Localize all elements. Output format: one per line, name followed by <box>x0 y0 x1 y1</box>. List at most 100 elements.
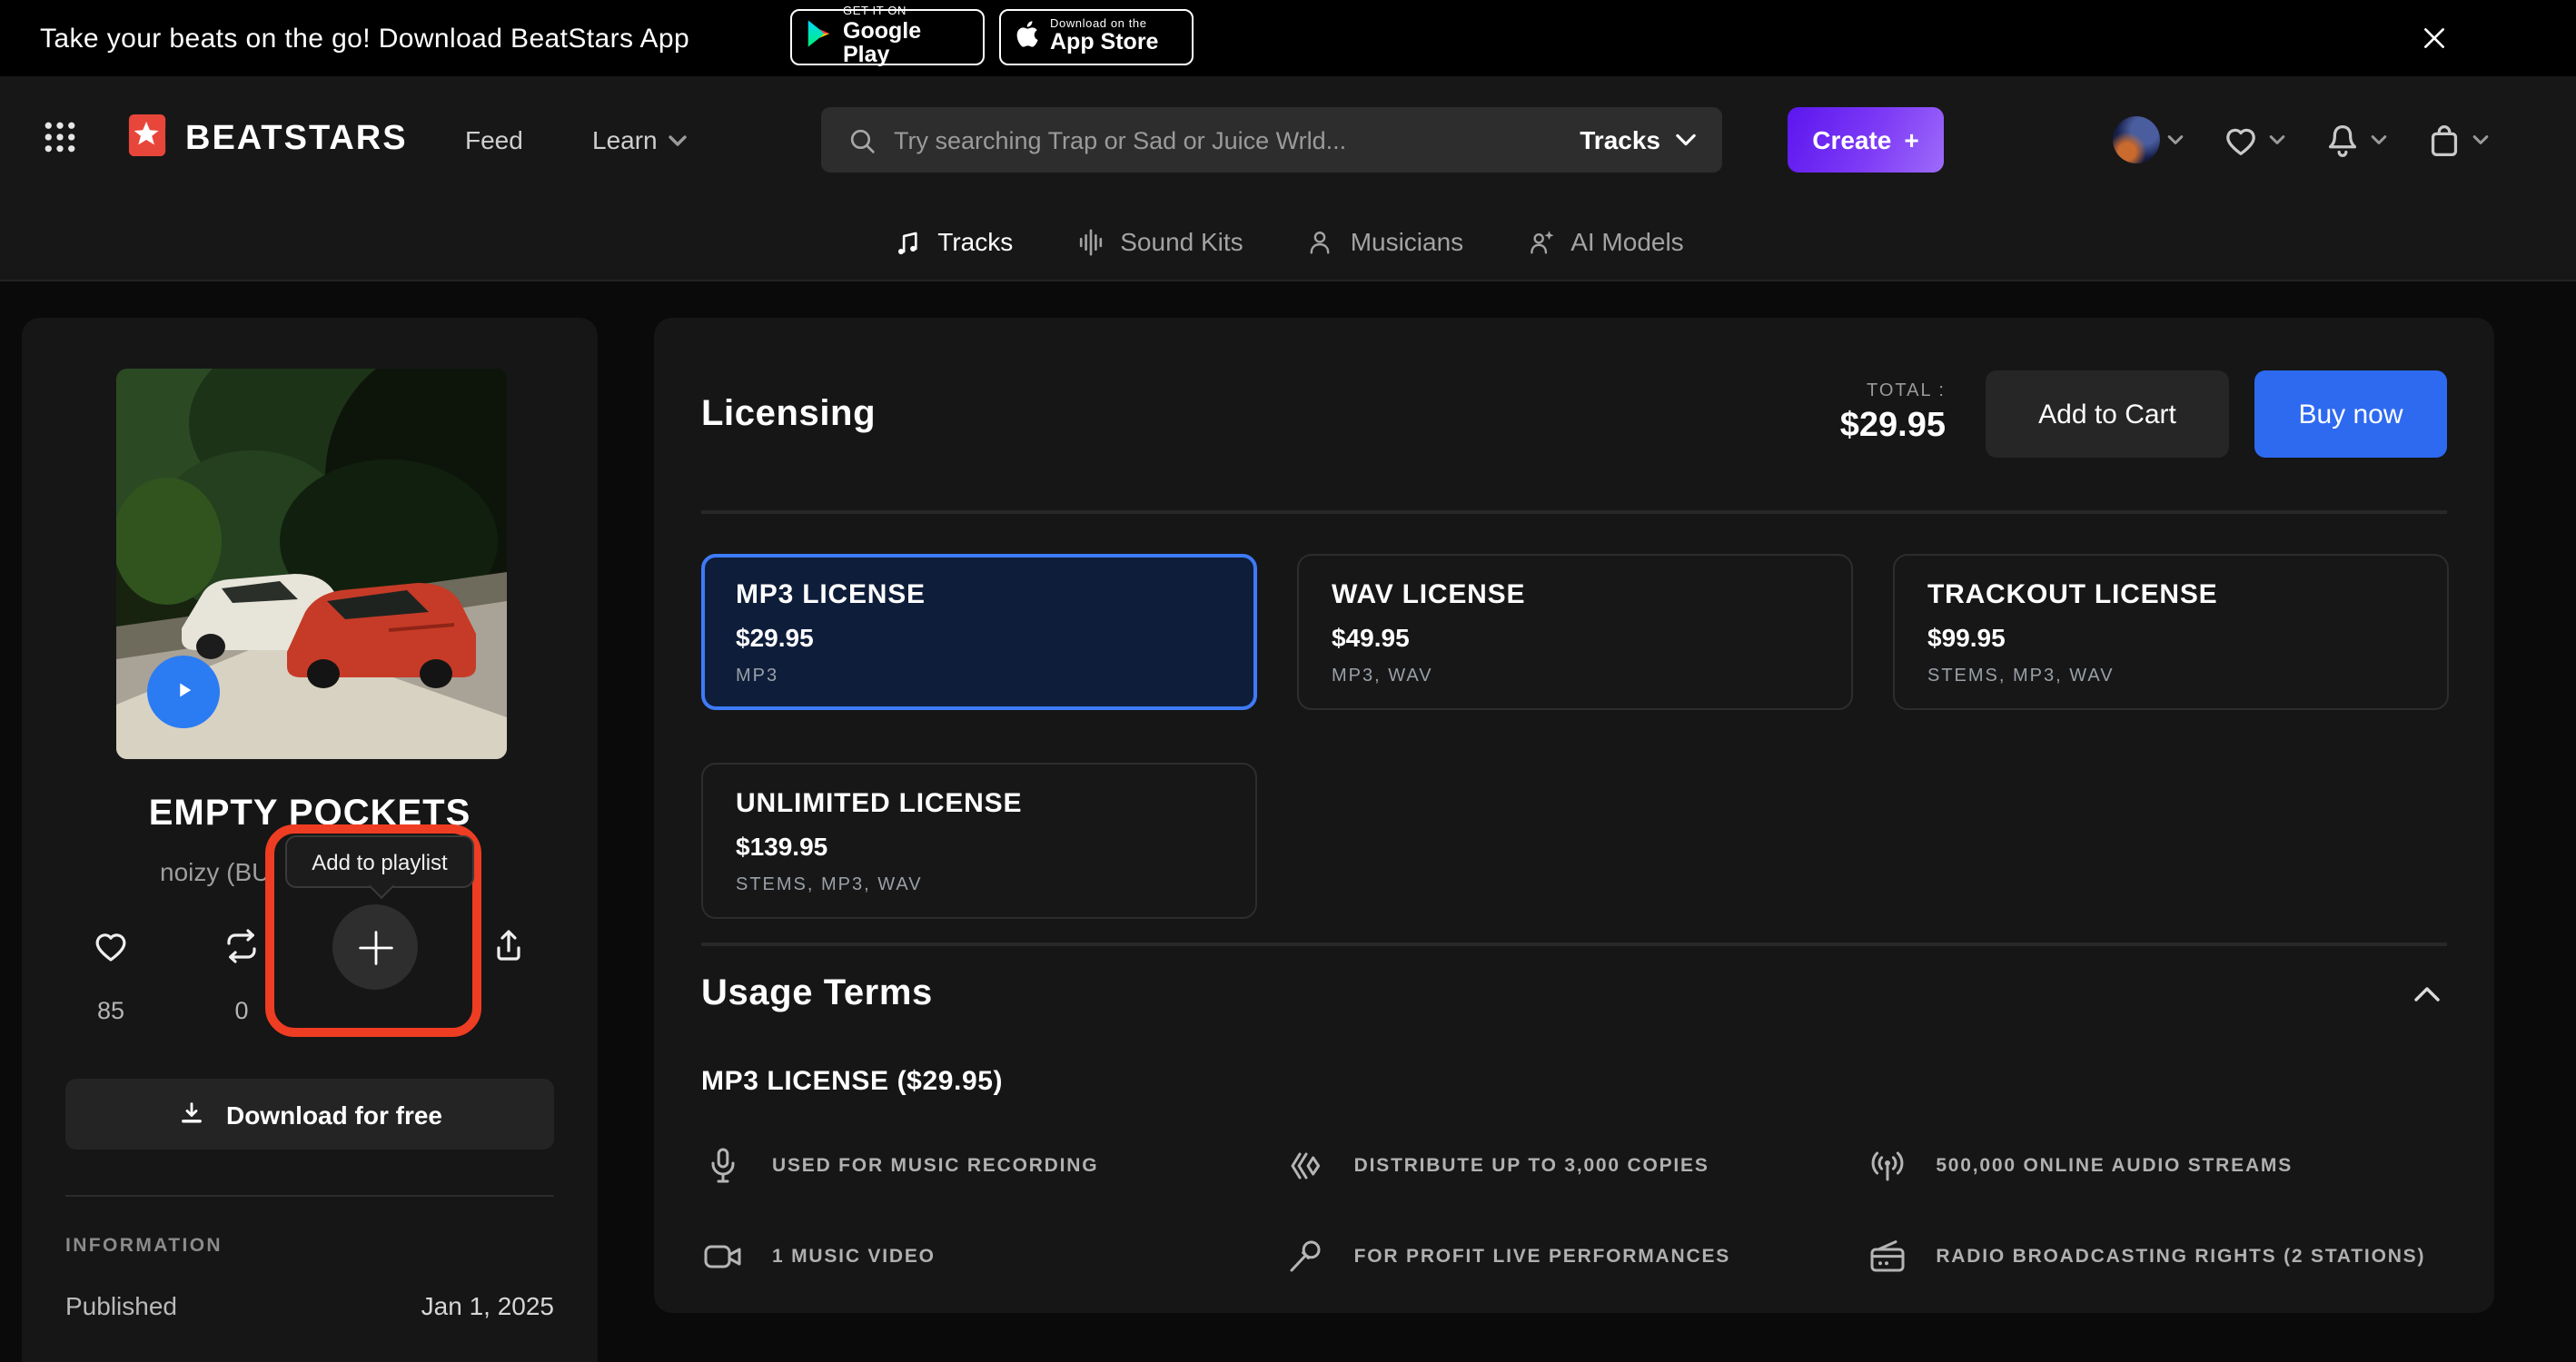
account-menu[interactable] <box>2113 116 2184 163</box>
video-camera-icon <box>701 1235 745 1278</box>
ai-person-icon <box>1525 226 1556 257</box>
like-button[interactable] <box>89 924 133 968</box>
search-bar[interactable]: Tracks <box>821 107 1722 173</box>
licensing-header: Licensing TOTAL : $29.95 Add to Cart Buy… <box>701 318 2447 514</box>
search-input[interactable] <box>894 126 1563 153</box>
download-free-button[interactable]: Download for free <box>65 1079 554 1150</box>
play-icon <box>167 673 200 711</box>
divider <box>701 943 2447 946</box>
track-sidebar-card: EMPTY POCKETS noizy (BU 85 0 Add to <box>22 318 598 1362</box>
beatstars-logo-icon <box>127 113 169 167</box>
repost-icon <box>220 924 263 968</box>
close-icon <box>2420 24 2449 53</box>
heart-icon <box>89 924 133 968</box>
information-label: INFORMATION <box>65 1235 223 1257</box>
person-icon <box>1305 226 1336 257</box>
play-button[interactable] <box>147 656 220 728</box>
beatstars-brand[interactable]: BEATSTARS <box>127 113 408 167</box>
category-subnav: Tracks Sound Kits Musicians AI Models <box>0 203 2576 281</box>
share-icon <box>487 924 530 968</box>
license-card-wav[interactable]: WAV LICENSE $49.95 MP3, WAV <box>1297 554 1853 710</box>
buy-now-button[interactable]: Buy now <box>2254 370 2447 458</box>
subnav-musicians[interactable]: Musicians <box>1305 226 1464 257</box>
chevron-down-icon <box>669 133 687 146</box>
broadcast-icon <box>1865 1144 1908 1188</box>
music-note-icon <box>892 226 923 257</box>
chevron-down-icon <box>2472 134 2489 145</box>
notifications-menu[interactable] <box>2322 119 2387 161</box>
banner-text: Take your beats on the go! Download Beat… <box>40 23 689 54</box>
page-content: EMPTY POCKETS noizy (BU 85 0 Add to <box>0 281 2576 1362</box>
license-card-mp3[interactable]: MP3 LICENSE $29.95 MP3 <box>701 554 1257 710</box>
create-button[interactable]: Create + <box>1788 107 1944 173</box>
license-options: MP3 LICENSE $29.95 MP3 WAV LICENSE $49.9… <box>701 554 2447 919</box>
main-navbar: BEATSTARS Feed Learn Tracks Create + <box>0 76 2576 203</box>
term-item: 1 MUSIC VIDEO <box>701 1235 1283 1278</box>
subnav-sound-kits[interactable]: Sound Kits <box>1075 226 1243 257</box>
usage-terms-header: Usage Terms <box>701 968 2447 1019</box>
usage-terms-title: Usage Terms <box>701 972 933 1014</box>
google-play-badge[interactable]: GET IT ON Google Play <box>790 9 985 65</box>
banner-close-button[interactable] <box>2420 24 2449 53</box>
brand-name: BEATSTARS <box>185 120 408 160</box>
term-item: DISTRIBUTE UP TO 3,000 COPIES <box>1283 1144 1866 1188</box>
track-title: EMPTY POCKETS <box>22 794 598 835</box>
plus-icon: + <box>1904 125 1918 154</box>
search-scope-dropdown[interactable]: Tracks <box>1580 125 1697 154</box>
licensing-panel: Licensing TOTAL : $29.95 Add to Cart Buy… <box>654 318 2494 1313</box>
microphone-icon <box>701 1144 745 1188</box>
bell-icon <box>2322 119 2363 161</box>
radio-icon <box>1865 1235 1908 1278</box>
cart-menu[interactable] <box>2423 119 2489 161</box>
total-block: TOTAL : $29.95 <box>1840 381 1946 447</box>
repost-button[interactable] <box>220 924 263 968</box>
copies-icon <box>1283 1144 1327 1188</box>
usage-terms-list: USED FOR MUSIC RECORDING DISTRIBUTE UP T… <box>701 1144 2447 1278</box>
share-button[interactable] <box>487 924 530 968</box>
divider <box>65 1195 554 1197</box>
like-count: 85 <box>89 997 133 1024</box>
apps-grid-icon[interactable] <box>42 119 78 161</box>
chevron-up-icon <box>2411 982 2443 1004</box>
bag-icon <box>2423 119 2465 161</box>
term-item: USED FOR MUSIC RECORDING <box>701 1144 1283 1188</box>
chevron-down-icon <box>2371 134 2387 145</box>
waveform-icon <box>1075 226 1105 257</box>
app-store-badge[interactable]: Download on the App Store <box>999 9 1194 65</box>
favorites-menu[interactable] <box>2220 119 2285 161</box>
nav-feed-link[interactable]: Feed <box>465 125 523 154</box>
repost-count: 0 <box>220 997 263 1024</box>
add-to-playlist-tooltip: Add to playlist <box>285 835 474 888</box>
apple-icon <box>1014 17 1039 57</box>
published-row: Published Jan 1, 2025 <box>65 1291 554 1320</box>
plus-icon <box>352 923 399 971</box>
term-item: RADIO BROADCASTING RIGHTS (2 STATIONS) <box>1865 1235 2447 1278</box>
search-icon <box>847 124 877 155</box>
published-value: Jan 1, 2025 <box>421 1291 554 1320</box>
total-label: TOTAL : <box>1867 381 1946 401</box>
collapse-button[interactable] <box>2407 979 2447 1008</box>
subnav-ai-models[interactable]: AI Models <box>1525 226 1684 257</box>
licensing-title: Licensing <box>701 393 876 435</box>
download-icon <box>177 1099 208 1130</box>
avatar <box>2113 116 2160 163</box>
google-play-icon <box>805 17 832 57</box>
heart-icon <box>2220 119 2262 161</box>
license-card-unlimited[interactable]: UNLIMITED LICENSE $139.95 STEMS, MP3, WA… <box>701 763 1257 919</box>
term-item: 500,000 ONLINE AUDIO STREAMS <box>1865 1144 2447 1188</box>
nav-right-icons <box>2113 116 2489 163</box>
google-play-line2: Google Play <box>843 20 970 68</box>
app-banner: Take your beats on the go! Download Beat… <box>0 0 2576 76</box>
term-item: FOR PROFIT LIVE PERFORMANCES <box>1283 1235 1866 1278</box>
nav-learn-link[interactable]: Learn <box>592 125 687 154</box>
chevron-down-icon <box>2269 134 2285 145</box>
live-mic-icon <box>1283 1235 1327 1278</box>
total-value: $29.95 <box>1840 407 1946 447</box>
license-card-trackout[interactable]: TRACKOUT LICENSE $99.95 STEMS, MP3, WAV <box>1893 554 2449 710</box>
store-badges: GET IT ON Google Play Download on the Ap… <box>790 9 1194 65</box>
app-store-line2: App Store <box>1050 32 1158 55</box>
add-to-cart-button[interactable]: Add to Cart <box>1986 370 2229 458</box>
subnav-tracks[interactable]: Tracks <box>892 226 1013 257</box>
add-to-playlist-button[interactable] <box>332 904 418 990</box>
published-label: Published <box>65 1291 177 1320</box>
